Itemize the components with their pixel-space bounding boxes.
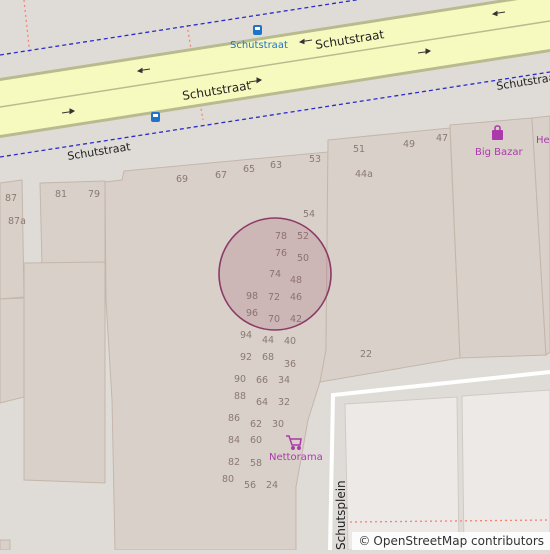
house-number-24: 24 (266, 480, 278, 491)
house-number-80: 80 (222, 474, 234, 485)
house-number-58: 58 (250, 458, 262, 469)
house-number-67: 67 (215, 170, 227, 181)
house-number-54: 54 (303, 209, 315, 220)
house-number-87: 87 (5, 193, 17, 204)
nettorama-label[interactable]: Nettorama (269, 452, 323, 463)
copyright-symbol: © (358, 534, 371, 548)
bus-stop-icon[interactable] (253, 25, 262, 35)
house-number-62: 62 (250, 419, 262, 430)
house-number-44a: 44a (355, 169, 373, 180)
house-number-84: 84 (228, 435, 240, 446)
house-number-47: 47 (436, 133, 448, 144)
house-number-56: 56 (244, 480, 256, 491)
house-number-88: 88 (234, 391, 246, 402)
house-number-49: 49 (403, 139, 415, 150)
building-west-lower (0, 297, 25, 404)
house-number-94: 94 (240, 330, 252, 341)
house-number-92: 92 (240, 352, 252, 363)
attribution[interactable]: © OpenStreetMap contributors (352, 532, 550, 550)
house-number-79: 79 (88, 189, 100, 200)
house-number-86: 86 (228, 413, 240, 424)
house-number-40: 40 (284, 336, 296, 347)
bus-stop-icon-2[interactable] (151, 112, 160, 122)
house-number-90: 90 (234, 374, 246, 385)
house-number-68: 68 (262, 352, 274, 363)
house-number-63: 63 (270, 160, 282, 171)
building-west-strip (23, 261, 106, 484)
house-number-60: 60 (250, 435, 262, 446)
map-canvas[interactable]: Schutstraat Schutstraat Schutstraat Schu… (0, 0, 550, 551)
house-number-66: 66 (256, 375, 268, 386)
big-bazar-label[interactable]: Big Bazar (475, 147, 524, 158)
house-number-34: 34 (278, 375, 290, 386)
building-schutsplein-right (461, 389, 550, 551)
building-corner-bottom (0, 539, 11, 551)
house-number-22: 22 (360, 349, 372, 360)
house-number-51: 51 (353, 144, 365, 155)
house-number-32: 32 (278, 397, 290, 408)
building-44a (319, 127, 461, 383)
house-number-64: 64 (256, 397, 268, 408)
location-highlight-circle (218, 217, 332, 331)
house-number-81: 81 (55, 189, 67, 200)
house-number-36: 36 (284, 359, 296, 370)
attribution-text[interactable]: OpenStreetMap contributors (373, 534, 544, 548)
house-number-30: 30 (272, 419, 284, 430)
map-svg: Schutstraat Schutstraat Schutstraat Schu… (0, 0, 550, 551)
building-schutsplein-left (344, 396, 460, 551)
he-label[interactable]: He (536, 135, 550, 146)
bus-stop-label[interactable]: Schutstraat (230, 40, 288, 51)
house-number-87a: 87a (8, 216, 26, 227)
building-main-block (104, 151, 329, 551)
house-number-65: 65 (243, 164, 255, 175)
house-number-53: 53 (309, 154, 321, 165)
house-number-69: 69 (176, 174, 188, 185)
house-number-82: 82 (228, 457, 240, 468)
house-number-44: 44 (262, 335, 274, 346)
road-label-schutsplein: Schutsplein (334, 480, 348, 550)
